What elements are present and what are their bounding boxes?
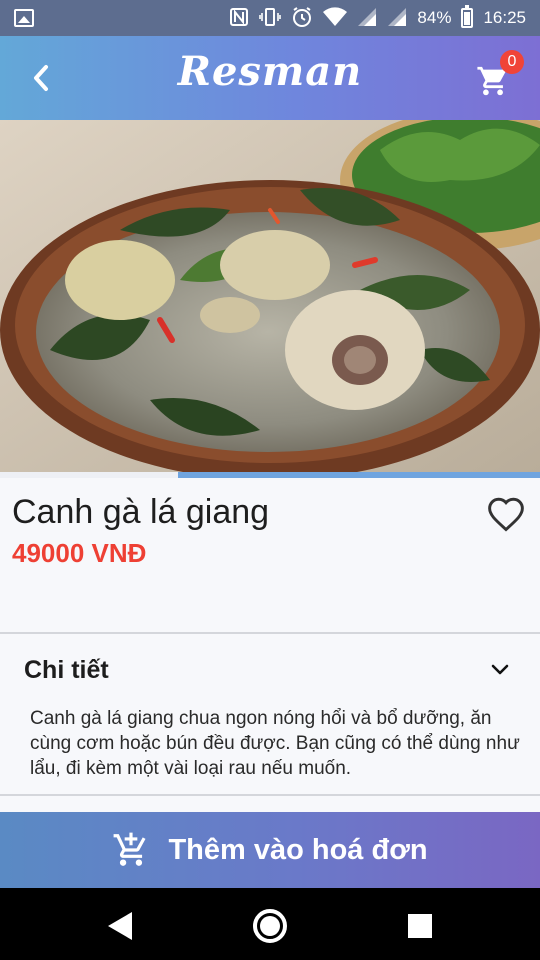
gallery-icon (14, 9, 34, 27)
dish-photo (0, 120, 540, 472)
battery-text: 84% (417, 8, 452, 27)
system-nav-bar (0, 888, 540, 960)
product-name: Canh gà lá giang (12, 493, 270, 531)
add-to-order-button[interactable]: Thêm vào hoá đơn (0, 812, 540, 888)
recents-square-icon[interactable] (400, 906, 440, 946)
image-progress-fill (178, 472, 540, 478)
divider (0, 794, 540, 796)
product-price: 49000 VNĐ (12, 538, 147, 568)
details-title: Chi tiết (24, 656, 109, 684)
alarm-icon (291, 6, 313, 31)
battery-fill (464, 11, 471, 25)
vibrate-icon (259, 7, 282, 30)
app-bar: Resman 0 (0, 36, 540, 120)
cart-count-badge: 0 (500, 50, 524, 74)
add-to-order-label: Thêm vào hoá đơn (168, 833, 428, 866)
chevron-down-icon (491, 664, 509, 675)
wifi-icon (323, 6, 348, 30)
image-progress (0, 472, 540, 478)
battery-icon (461, 5, 474, 28)
cart-button[interactable]: 0 (470, 50, 526, 106)
divider (0, 632, 540, 634)
details-toggle[interactable]: Chi tiết (0, 636, 540, 702)
signal-icon (387, 7, 407, 30)
back-triangle-icon[interactable] (100, 906, 140, 946)
add-to-cart-icon (114, 832, 146, 866)
signal-icon (357, 7, 377, 30)
clock: 16:25 (483, 8, 526, 27)
heart-outline-icon (488, 497, 524, 532)
home-circle-icon[interactable] (250, 906, 290, 946)
favorite-button[interactable] (486, 496, 526, 532)
status-bar: 84% 16:25 (0, 0, 540, 36)
brand-logo: Resman (177, 48, 363, 95)
details-description: Canh gà lá giang chua ngon nóng hổi và b… (30, 708, 520, 779)
nfc-icon (229, 7, 249, 30)
